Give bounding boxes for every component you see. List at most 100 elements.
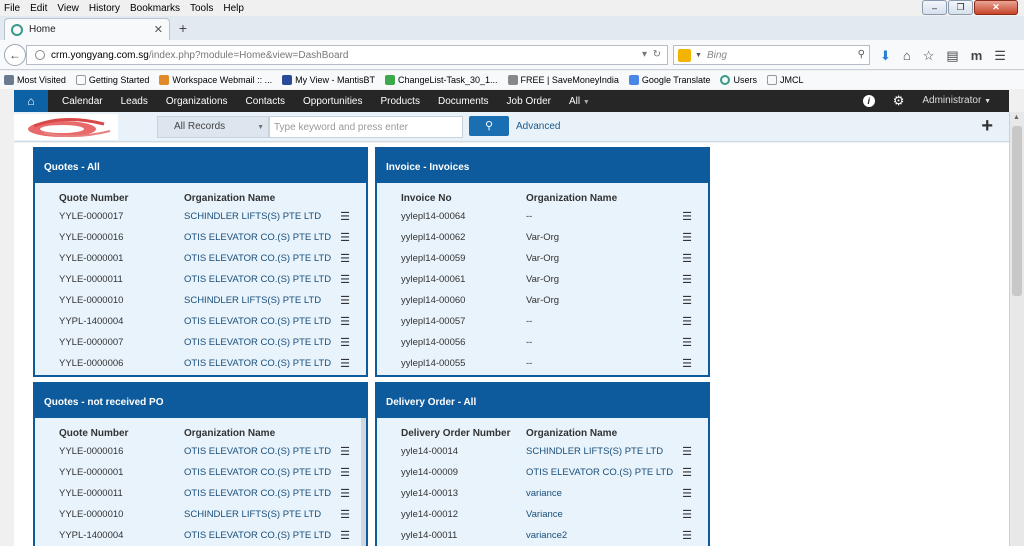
organization-name[interactable]: -- [526,353,668,374]
table-row[interactable]: YYLE-0000011 OTIS ELEVATOR CO.(S) PTE LTD… [35,483,366,504]
quote-number[interactable]: YYLE-0000007 [35,332,184,353]
invoice-number[interactable]: yylepl14-00060 [377,290,526,311]
list-details-icon[interactable]: ☰ [668,311,708,332]
bookmark-users[interactable]: Users [720,75,757,85]
info-icon[interactable]: i [862,94,875,107]
list-details-icon[interactable]: ☰ [339,269,366,290]
nav-all[interactable]: All ▼ [569,96,590,107]
organization-name[interactable]: Var-Org [526,269,668,290]
organization-name[interactable]: OTIS ELEVATOR CO.(S) PTE LTD [184,311,339,332]
delivery-order-number[interactable]: yyle14-00009 [377,462,526,483]
invoice-number[interactable]: yylepl14-00057 [377,311,526,332]
list-details-icon[interactable]: ☰ [339,248,366,269]
quote-number[interactable]: YYLE-0000011 [35,269,184,290]
invoice-number[interactable]: yylepl14-00059 [377,248,526,269]
list-details-icon[interactable]: ☰ [339,227,366,248]
widget-scrollbar[interactable] [361,418,366,546]
list-details-icon[interactable]: ☰ [668,332,708,353]
list-details-icon[interactable]: ☰ [668,248,708,269]
organization-name[interactable]: SCHINDLER LIFTS(S) PTE LTD [184,290,339,311]
nav-organizations[interactable]: Organizations [166,96,228,107]
scroll-up-arrow-icon[interactable]: ▲ [1013,114,1020,121]
close-window-button[interactable]: ✕ [974,0,1018,15]
bookmark-jmcl[interactable]: JMCL [766,75,804,85]
organization-name[interactable]: OTIS ELEVATOR CO.(S) PTE LTD [184,248,339,269]
table-row[interactable]: YYLE-0000010 SCHINDLER LIFTS(S) PTE LTD ☰ [35,290,366,311]
back-arrow-icon[interactable]: ← [4,44,26,66]
search-bar[interactable]: ▼ Bing ⚲ [673,45,870,65]
organization-name[interactable]: OTIS ELEVATOR CO.(S) PTE LTD [184,462,339,483]
user-menu[interactable]: Administrator ▼ [922,95,991,106]
table-row[interactable]: YYLE-0000016 OTIS ELEVATOR CO.(S) PTE LTD… [35,441,366,462]
page-scrollbar[interactable]: ▲ [1009,112,1024,546]
invoice-number[interactable]: yylepl14-00055 [377,353,526,374]
delivery-order-number[interactable]: yyle14-00014 [377,441,526,462]
organization-name[interactable]: OTIS ELEVATOR CO.(S) PTE LTD [184,483,339,504]
list-details-icon[interactable]: ☰ [339,206,366,227]
menu-bookmarks[interactable]: Bookmarks [130,3,180,14]
menu-edit[interactable]: Edit [30,3,47,14]
bookmark-mantisbt[interactable]: My View - MantisBT [282,75,375,85]
scrollbar-thumb[interactable] [1012,126,1022,296]
quote-number[interactable]: YYLE-0000010 [35,504,184,525]
table-row[interactable]: yyle14-00012 Variance ☰ [377,504,708,525]
organization-name[interactable]: OTIS ELEVATOR CO.(S) PTE LTD [184,332,339,353]
list-details-icon[interactable]: ☰ [668,206,708,227]
quote-number[interactable]: YYLE-0000016 [35,227,184,248]
keyword-search-input[interactable]: Type keyword and press enter [269,116,463,138]
quote-number[interactable]: YYLE-0000017 [35,206,184,227]
list-details-icon[interactable]: ☰ [668,353,708,374]
nav-calendar[interactable]: Calendar [62,96,103,107]
table-row[interactable]: yyle14-00014 SCHINDLER LIFTS(S) PTE LTD ☰ [377,441,708,462]
table-row[interactable]: YYPL-1400004 OTIS ELEVATOR CO.(S) PTE LTD… [35,525,366,546]
table-row[interactable]: yyle14-00011 variance2 ☰ [377,525,708,546]
list-details-icon[interactable]: ☰ [681,441,708,462]
reload-icon[interactable]: ▾ ↻ [642,49,661,60]
table-row[interactable]: YYLE-0000016 OTIS ELEVATOR CO.(S) PTE LTD… [35,227,366,248]
menu-history[interactable]: History [89,3,120,14]
list-details-icon[interactable]: ☰ [668,227,708,248]
bookmark-changelist[interactable]: ChangeList-Task_30_1... [384,75,498,85]
organization-name[interactable]: variance2 [526,525,681,546]
nav-leads[interactable]: Leads [121,96,148,107]
bookmark-workspace-webmail[interactable]: Workspace Webmail :: ... [159,75,272,85]
table-row[interactable]: yyle14-00013 variance ☰ [377,483,708,504]
nav-contacts[interactable]: Contacts [246,96,285,107]
table-row[interactable]: YYLE-0000001 OTIS ELEVATOR CO.(S) PTE LTD… [35,248,366,269]
records-select[interactable]: All Records ▼ [157,116,269,138]
crm-home-icon[interactable]: ⌂ [14,90,48,112]
table-row[interactable]: yylepl14-00057 -- ☰ [377,311,708,332]
menu-help[interactable]: Help [223,3,244,14]
quote-number[interactable]: YYLE-0000006 [35,353,184,374]
m-extension-icon[interactable]: m [971,48,983,64]
download-icon[interactable]: ⬇ [880,48,891,64]
table-row[interactable]: yylepl14-00055 -- ☰ [377,353,708,374]
organization-name[interactable]: -- [526,311,668,332]
nav-job-order[interactable]: Job Order [507,96,551,107]
url-bar[interactable]: crm.yongyang.com.sg/index.php?module=Hom… [26,45,668,65]
bookmark-getting-started[interactable]: Getting Started [75,75,149,85]
quote-number[interactable]: YYPL-1400004 [35,525,184,546]
list-details-icon[interactable]: ☰ [339,332,366,353]
table-row[interactable]: yylepl14-00061 Var-Org ☰ [377,269,708,290]
menu-file[interactable]: File [4,3,20,14]
home-icon[interactable]: ⌂ [903,48,911,64]
table-row[interactable]: YYLE-0000017 SCHINDLER LIFTS(S) PTE LTD ☰ [35,206,366,227]
delivery-order-number[interactable]: yyle14-00011 [377,525,526,546]
nav-documents[interactable]: Documents [438,96,489,107]
organization-name[interactable]: SCHINDLER LIFTS(S) PTE LTD [184,206,339,227]
table-row[interactable]: YYLE-0000010 SCHINDLER LIFTS(S) PTE LTD ☰ [35,504,366,525]
delivery-order-number[interactable]: yyle14-00012 [377,504,526,525]
minimize-button[interactable]: – [922,0,947,15]
quote-number[interactable]: YYLE-0000001 [35,248,184,269]
list-details-icon[interactable]: ☰ [681,483,708,504]
advanced-search-link[interactable]: Advanced [516,121,560,132]
search-button[interactable]: ⚲ [469,116,509,136]
engine-dropdown-icon[interactable]: ▼ [695,52,702,59]
organization-name[interactable]: variance [526,483,681,504]
list-details-icon[interactable]: ☰ [668,290,708,311]
bookmark-google-translate[interactable]: Google Translate [628,75,710,85]
add-widget-plus-icon[interactable]: + [981,116,993,136]
table-row[interactable]: yyle14-00009 OTIS ELEVATOR CO.(S) PTE LTD… [377,462,708,483]
organization-name[interactable]: SCHINDLER LIFTS(S) PTE LTD [526,441,681,462]
